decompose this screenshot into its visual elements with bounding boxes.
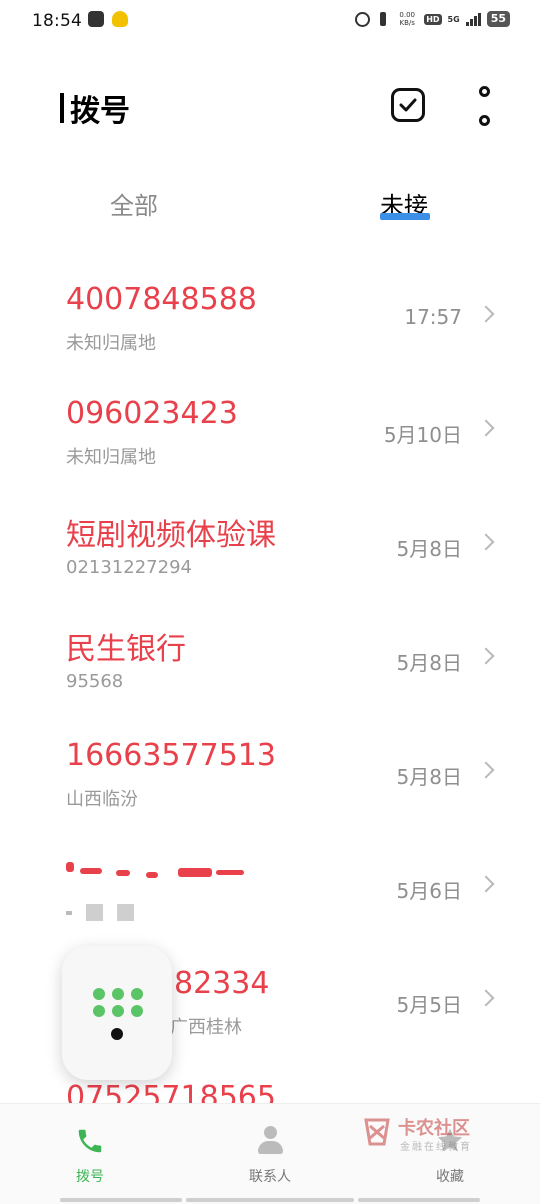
call-row[interactable]: 民生银行 95568 5月8日 <box>0 602 540 716</box>
caller-location: 广西桂林 <box>170 1017 242 1038</box>
caller-location: 未知归属地 <box>66 447 156 468</box>
caller-number: 95568 <box>66 671 124 692</box>
status-time: 18:54 <box>32 11 82 31</box>
call-time: 5月8日 <box>396 537 462 561</box>
caller-name: 民生银行 <box>66 632 186 667</box>
call-time: 5月5日 <box>396 993 462 1017</box>
nav-dial[interactable]: 拨号 <box>30 1126 150 1186</box>
dialpad-icon <box>93 988 143 1017</box>
battery-icon: 55 <box>486 11 510 27</box>
nav-contacts-label: 联系人 <box>249 1169 291 1185</box>
chevron-right-icon[interactable] <box>477 305 495 323</box>
caller-number: 02131227294 <box>66 557 192 578</box>
checkmark-icon <box>399 98 417 112</box>
caller-location: 未知归属地 <box>66 333 156 354</box>
call-time: 5月8日 <box>396 651 462 675</box>
hd-badge: HD <box>424 13 442 25</box>
caller-name: 16663577513 <box>66 738 276 773</box>
tab-all[interactable]: 全部 <box>110 186 158 221</box>
app-header: 拨号 <box>0 80 540 136</box>
dialpad-dot-icon <box>111 1028 123 1040</box>
caller-name: 4007848588 <box>66 282 257 317</box>
status-right: 0.00 KB/s HD 5G 55 <box>355 11 510 27</box>
call-time: 5月6日 <box>396 879 462 903</box>
chevron-right-icon[interactable] <box>477 533 495 551</box>
alarm-icon <box>355 11 371 27</box>
net-speed: 0.00 KB/s <box>396 11 418 27</box>
network-type: 5G <box>447 14 460 24</box>
notification-icons <box>88 11 128 27</box>
chevron-right-icon[interactable] <box>477 647 495 665</box>
home-indicator <box>60 1198 182 1202</box>
call-time: 5月10日 <box>383 423 462 447</box>
net-speed-value: 0.00 <box>399 11 415 19</box>
select-mode-button[interactable] <box>391 88 425 122</box>
home-indicator <box>358 1198 480 1202</box>
call-time: 17:57 <box>404 305 462 329</box>
redacted-caller-location <box>66 904 134 921</box>
more-options-button[interactable] <box>474 86 494 126</box>
chevron-right-icon[interactable] <box>477 419 495 437</box>
page-title: 拨号 <box>60 86 130 130</box>
nav-contacts[interactable]: 联系人 <box>210 1126 330 1186</box>
page-title-text: 拨号 <box>70 94 130 129</box>
vibrate-icon <box>376 11 390 27</box>
more-dot-icon <box>478 86 490 97</box>
nav-favorites-label: 收藏 <box>436 1169 464 1185</box>
call-time: 5月8日 <box>396 765 462 789</box>
caller-location: 山西临汾 <box>66 789 138 810</box>
person-icon <box>255 1126 285 1156</box>
call-row[interactable]: 16663577513 山西临汾 5月8日 <box>0 716 540 830</box>
more-dot-icon <box>478 115 490 126</box>
home-indicator <box>186 1198 354 1202</box>
signal-icon <box>465 12 481 26</box>
caller-name: 096023423 <box>66 396 238 431</box>
qq-notification-icon <box>112 11 128 27</box>
call-row[interactable]: 096023423 未知归属地 5月10日 <box>0 374 540 488</box>
dialpad-button[interactable] <box>62 946 172 1080</box>
watermark-logo-icon <box>364 1118 390 1146</box>
redacted-caller-name <box>66 860 246 882</box>
active-tab-indicator <box>380 213 430 220</box>
nav-dial-label: 拨号 <box>76 1169 104 1185</box>
chevron-right-icon[interactable] <box>477 875 495 893</box>
caller-name: 82334 <box>174 966 270 1001</box>
phone-icon <box>75 1126 105 1156</box>
net-speed-unit: KB/s <box>399 19 415 27</box>
watermark: 卡农社区 金融在线教育 <box>362 1114 492 1154</box>
watermark-title: 卡农社区 <box>398 1118 470 1139</box>
chevron-right-icon[interactable] <box>477 761 495 779</box>
call-row-redacted[interactable]: 5月6日 <box>0 830 540 944</box>
text-cursor-icon <box>60 93 64 123</box>
status-bar: 18:54 0.00 KB/s HD 5G 55 <box>0 0 540 44</box>
call-row[interactable]: 4007848588 未知归属地 17:57 <box>0 260 540 374</box>
chevron-right-icon[interactable] <box>477 989 495 1007</box>
watermark-subtitle: 金融在线教育 <box>400 1142 472 1153</box>
caller-name: 短剧视频体验课 <box>66 518 276 553</box>
app-notification-icon <box>88 11 104 27</box>
call-row[interactable]: 短剧视频体验课 02131227294 5月8日 <box>0 488 540 602</box>
